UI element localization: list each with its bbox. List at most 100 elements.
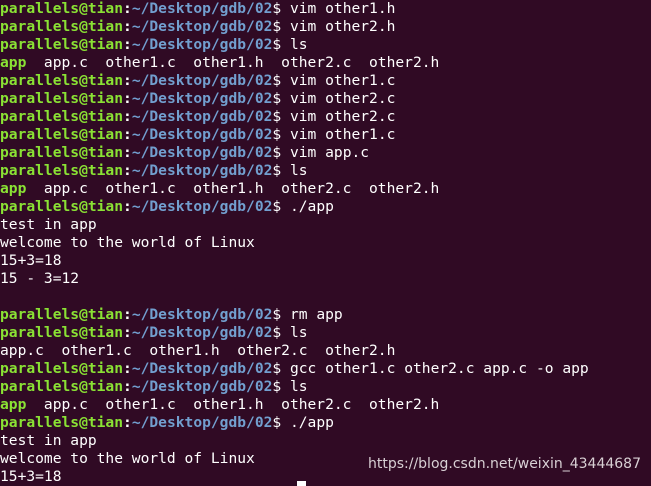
prompt-user-host: parallels@tian: [0, 144, 124, 161]
prompt-line: parallels@tian:~/Desktop/gdb/02$ gcc oth…: [0, 360, 651, 378]
prompt-user-host: parallels@tian: [0, 72, 124, 89]
prompt-colon: :: [123, 0, 132, 17]
command-text: vim app.c: [289, 144, 370, 161]
prompt-dollar: $: [272, 36, 290, 53]
prompt-colon: :: [123, 144, 132, 161]
prompt-colon: :: [123, 36, 132, 53]
command-text: gcc other1.c other2.c app.c -o app: [289, 360, 589, 377]
prompt-path: ~/Desktop/gdb/02: [131, 414, 273, 431]
executable-file: app: [0, 180, 27, 197]
prompt-colon: :: [123, 90, 132, 107]
prompt-user-host: parallels@tian: [0, 414, 124, 431]
output-text: test in app: [0, 432, 97, 449]
terminal-cursor: [297, 481, 306, 486]
prompt-user-host: parallels@tian: [0, 18, 124, 35]
prompt-dollar: $: [272, 72, 290, 89]
command-text: vim other1.c: [289, 126, 396, 143]
prompt-dollar: $: [272, 126, 290, 143]
output-text: welcome to the world of Linux: [0, 234, 255, 251]
executable-file: app: [0, 54, 27, 71]
ls-output-line: app app.c other1.c other1.h other2.c oth…: [0, 180, 651, 198]
prompt-line: parallels@tian:~/Desktop/gdb/02$ vim oth…: [0, 0, 651, 18]
prompt-dollar: $: [272, 378, 290, 395]
prompt-dollar: $: [272, 360, 290, 377]
prompt-user-host: parallels@tian: [0, 162, 124, 179]
prompt-colon: :: [123, 378, 132, 395]
prompt-user-host: parallels@tian: [0, 324, 124, 341]
terminal-output[interactable]: parallels@tian:~/Desktop/gdb/02$ vim oth…: [0, 0, 651, 486]
watermark-text: https://blog.csdn.net/weixin_43444687: [367, 456, 641, 472]
prompt-line: parallels@tian:~/Desktop/gdb/02$ rm app: [0, 306, 651, 324]
output-text: test in app: [0, 216, 97, 233]
prompt-dollar: $: [272, 306, 290, 323]
prompt-colon: :: [123, 72, 132, 89]
prompt-path: ~/Desktop/gdb/02: [131, 198, 273, 215]
command-text: vim other2.h: [289, 18, 396, 35]
prompt-line: parallels@tian:~/Desktop/gdb/02$ vim app…: [0, 144, 651, 162]
command-text: vim other2.c: [289, 108, 396, 125]
prompt-path: ~/Desktop/gdb/02: [131, 306, 273, 323]
prompt-user-host: parallels@tian: [0, 90, 124, 107]
output-line: app.c other1.c other1.h other2.c other2.…: [0, 342, 651, 360]
prompt-dollar: $: [272, 90, 290, 107]
prompt-colon: :: [123, 306, 132, 323]
output-line: test in app: [0, 432, 651, 450]
command-text: vim other1.c: [289, 72, 396, 89]
command-text: ./app: [289, 414, 334, 431]
prompt-dollar: $: [272, 144, 290, 161]
prompt-user-host: parallels@tian: [0, 378, 124, 395]
output-text: 15+3=18: [0, 468, 62, 485]
prompt-colon: :: [123, 198, 132, 215]
prompt-user-host: parallels@tian: [0, 198, 124, 215]
prompt-path: ~/Desktop/gdb/02: [131, 72, 273, 89]
prompt-dollar: $: [272, 198, 290, 215]
command-text: ls: [289, 324, 308, 341]
prompt-line: parallels@tian:~/Desktop/gdb/02$ vim oth…: [0, 126, 651, 144]
prompt-path: ~/Desktop/gdb/02: [131, 36, 273, 53]
file-list: app.c other1.c other1.h other2.c other2.…: [26, 396, 440, 413]
prompt-path: ~/Desktop/gdb/02: [131, 0, 273, 17]
prompt-path: ~/Desktop/gdb/02: [131, 324, 273, 341]
command-text: ls: [289, 162, 308, 179]
prompt-line: parallels@tian:~/Desktop/gdb/02$ vim oth…: [0, 108, 651, 126]
file-list: app.c other1.c other1.h other2.c other2.…: [26, 180, 440, 197]
prompt-line: parallels@tian:~/Desktop/gdb/02$ ls: [0, 36, 651, 54]
output-text: app.c other1.c other1.h other2.c other2.…: [0, 342, 396, 359]
output-line: welcome to the world of Linux: [0, 234, 651, 252]
command-text: vim other2.c: [289, 90, 396, 107]
prompt-user-host: parallels@tian: [0, 360, 124, 377]
prompt-line: parallels@tian:~/Desktop/gdb/02$ vim oth…: [0, 90, 651, 108]
prompt-user-host: parallels@tian: [0, 108, 124, 125]
prompt-path: ~/Desktop/gdb/02: [131, 126, 273, 143]
ls-output-line: app app.c other1.c other1.h other2.c oth…: [0, 396, 651, 414]
command-text: rm app: [289, 306, 343, 323]
prompt-colon: :: [123, 324, 132, 341]
prompt-dollar: $: [272, 18, 290, 35]
prompt-user-host: parallels@tian: [0, 36, 124, 53]
prompt-path: ~/Desktop/gdb/02: [131, 360, 273, 377]
prompt-user-host: parallels@tian: [0, 306, 124, 323]
prompt-path: ~/Desktop/gdb/02: [131, 108, 273, 125]
command-text: vim other1.h: [289, 0, 396, 17]
file-list: app.c other1.c other1.h other2.c other2.…: [26, 54, 440, 71]
executable-file: app: [0, 396, 27, 413]
prompt-user-host: parallels@tian: [0, 126, 124, 143]
output-line: 15 - 3=12: [0, 270, 651, 288]
prompt-user-host: parallels@tian: [0, 0, 124, 17]
prompt-dollar: $: [272, 324, 290, 341]
prompt-line: parallels@tian:~/Desktop/gdb/02$ ls: [0, 162, 651, 180]
prompt-dollar: $: [272, 414, 290, 431]
prompt-dollar: $: [272, 162, 290, 179]
prompt-path: ~/Desktop/gdb/02: [131, 378, 273, 395]
prompt-colon: :: [123, 360, 132, 377]
prompt-line: parallels@tian:~/Desktop/gdb/02$ ls: [0, 324, 651, 342]
command-text: ls: [289, 378, 308, 395]
command-text: ls: [289, 36, 308, 53]
prompt-line: parallels@tian:~/Desktop/gdb/02$ vim oth…: [0, 72, 651, 90]
prompt-line: parallels@tian:~/Desktop/gdb/02$ ./app: [0, 198, 651, 216]
prompt-dollar: $: [272, 0, 290, 17]
prompt-path: ~/Desktop/gdb/02: [131, 162, 273, 179]
prompt-line: parallels@tian:~/Desktop/gdb/02$ vim oth…: [0, 18, 651, 36]
prompt-colon: :: [123, 126, 132, 143]
command-text: ./app: [289, 198, 334, 215]
